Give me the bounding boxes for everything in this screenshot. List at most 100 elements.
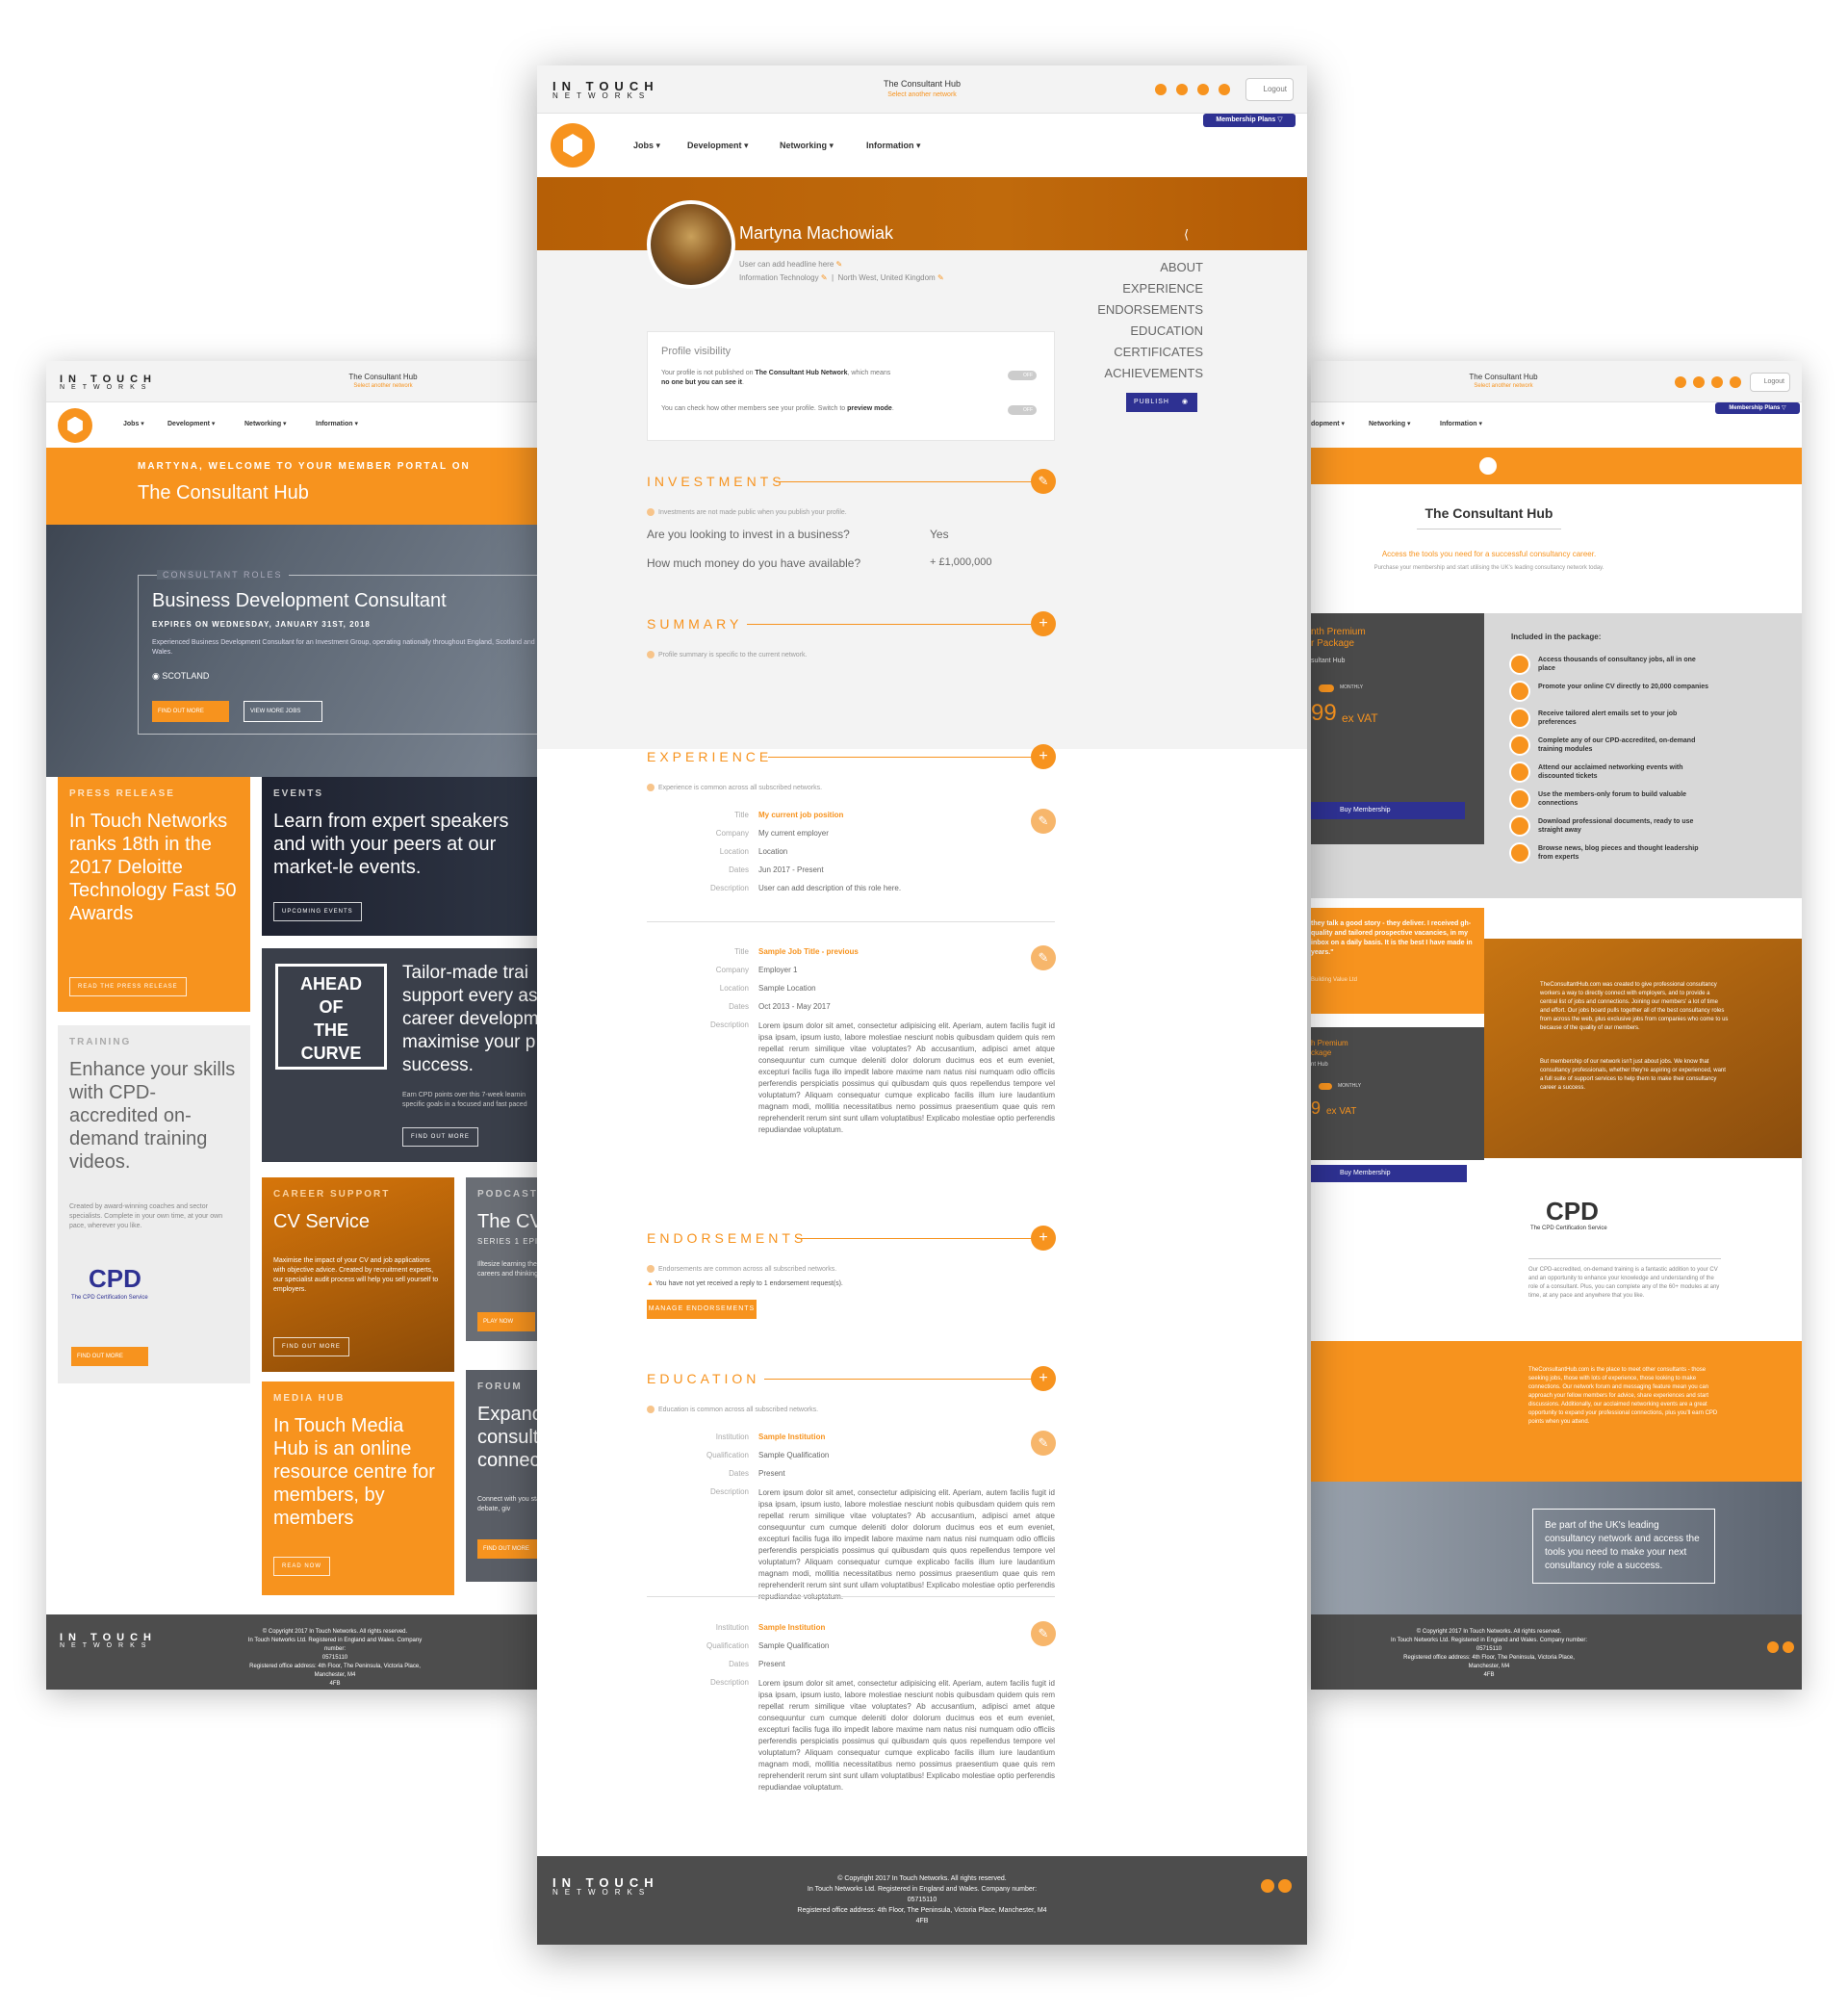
- edit-headline-icon[interactable]: ✎: [836, 260, 843, 269]
- nav-development-right[interactable]: dopment ▾: [1311, 420, 1345, 427]
- flag-icon-center[interactable]: [1155, 84, 1167, 95]
- add-education-button[interactable]: +: [1031, 1366, 1056, 1391]
- cpd-logo-sub: The CPD Certification Service: [71, 1295, 148, 1301]
- footer-center-line-4: Registered office address: 4th Floor, Th…: [797, 1907, 1047, 1914]
- help-icon-center[interactable]: [1176, 84, 1188, 95]
- press-button[interactable]: READ THE PRESS RELEASE: [69, 977, 187, 996]
- events-tile[interactable]: EVENTS Learn from expert speakers and wi…: [262, 777, 537, 936]
- press-release-tile[interactable]: PRESS RELEASE In Touch Networks ranks 18…: [58, 777, 250, 1012]
- edit-job1-button[interactable]: ✎: [1031, 809, 1056, 834]
- feature-item: Attend our acclaimed networking events w…: [1538, 764, 1683, 780]
- membership-plans-button[interactable]: Membership Plans ▽: [1715, 402, 1800, 414]
- edit-job2-button[interactable]: ✎: [1031, 945, 1056, 970]
- linkedin-icon-center[interactable]: [1261, 1879, 1274, 1893]
- forum-category: FORUM: [477, 1381, 523, 1392]
- podcast-tile[interactable]: PODCASTS The CV SERIES 1 EPI Illtesize l…: [466, 1177, 537, 1341]
- hub-logo-icon[interactable]: [58, 408, 92, 443]
- nav-development[interactable]: Development ▾: [167, 420, 215, 427]
- forum-tile[interactable]: FORUM Expanc consult connec Connect with…: [466, 1370, 537, 1582]
- buy-membership-button[interactable]: Buy Membership: [1311, 802, 1465, 819]
- edit-edu1-button[interactable]: ✎: [1031, 1431, 1056, 1456]
- podcast-para: Illtesize learning their careers and thi…: [477, 1261, 537, 1278]
- ahead-curve-tile[interactable]: AHEAD OF THE CURVE Tailor-made trai supp…: [262, 948, 537, 1162]
- training-category: TRAINING: [69, 1037, 132, 1047]
- share-icon[interactable]: ⟨: [1184, 227, 1189, 243]
- preview-toggle[interactable]: OFF: [1008, 405, 1037, 415]
- summary-rule: [747, 624, 1036, 625]
- edit-industry-icon[interactable]: ✎: [821, 273, 828, 282]
- press-head: In Touch Networks ranks 18th in the 2017…: [69, 811, 237, 924]
- logout-button-center[interactable]: Logout: [1245, 78, 1294, 101]
- nav-networking-center[interactable]: Networking ▾: [780, 141, 834, 151]
- preview-mode-link[interactable]: preview mode: [847, 405, 892, 412]
- edu1-institution: Sample Institution: [758, 1433, 826, 1441]
- twitter-icon[interactable]: [1783, 1641, 1794, 1653]
- edit-edu2-button[interactable]: ✎: [1031, 1621, 1056, 1646]
- logout-button[interactable]: Logout: [1750, 373, 1790, 392]
- read-now-button[interactable]: READ NOW: [273, 1557, 330, 1576]
- select-network-link[interactable]: Select another network: [306, 383, 460, 389]
- membership-plans-button-center[interactable]: Membership Plans ▽: [1203, 114, 1296, 127]
- add-endorsement-button[interactable]: +: [1031, 1226, 1056, 1251]
- anchor-about[interactable]: ABOUT: [1160, 260, 1203, 274]
- media-category: MEDIA HUB: [273, 1393, 346, 1404]
- anchor-endorsements[interactable]: ENDORSEMENTS: [1097, 302, 1203, 317]
- role-title[interactable]: Business Development Consultant: [152, 590, 447, 612]
- nav-development-center[interactable]: Development ▾: [687, 141, 749, 151]
- add-experience-button[interactable]: +: [1031, 744, 1056, 769]
- play-now-button[interactable]: PLAY NOW: [477, 1312, 535, 1331]
- messages-icon-center[interactable]: [1197, 84, 1209, 95]
- select-network-link-right[interactable]: Select another network: [1426, 383, 1580, 389]
- training-button[interactable]: FIND OUT MORE: [71, 1347, 148, 1366]
- add-summary-button[interactable]: +: [1031, 611, 1056, 636]
- nav-information-center[interactable]: Information ▾: [866, 141, 921, 151]
- upcoming-events-button[interactable]: UPCOMING EVENTS: [273, 902, 362, 921]
- edu1-description-label: Description: [709, 1487, 749, 1496]
- feature-icon: [1509, 815, 1530, 837]
- nav-networking-right[interactable]: Networking ▾: [1369, 420, 1411, 427]
- manage-endorsements-button[interactable]: MANAGE ENDORSEMENTS: [647, 1300, 757, 1319]
- profile-anchor-nav: ABOUT EXPERIENCE ENDORSEMENTS EDUCATION …: [1076, 260, 1203, 395]
- nav-information-right[interactable]: Information ▾: [1440, 420, 1482, 427]
- edit-location-icon[interactable]: ✎: [937, 273, 944, 282]
- nav-networking[interactable]: Networking ▾: [244, 420, 287, 427]
- help-icon[interactable]: [1693, 376, 1705, 388]
- billing-toggle[interactable]: [1319, 684, 1334, 692]
- footer-logo-sub: NETWORKS: [60, 1642, 153, 1649]
- linkedin-icon[interactable]: [1767, 1641, 1779, 1653]
- forum-button[interactable]: FIND OUT MORE: [477, 1539, 537, 1559]
- hub-logo-icon-center[interactable]: [551, 123, 595, 168]
- edu2-qualification: Sample Qualification: [758, 1641, 830, 1650]
- settings-icon[interactable]: [1730, 376, 1741, 388]
- nav-jobs-center[interactable]: Jobs ▾: [633, 141, 660, 151]
- select-network-link-center[interactable]: Select another network: [845, 91, 999, 98]
- flag-icon[interactable]: [1675, 376, 1686, 388]
- nav-jobs[interactable]: Jobs ▾: [123, 420, 144, 427]
- messages-icon[interactable]: [1711, 376, 1723, 388]
- profile-avatar[interactable]: [647, 200, 735, 289]
- cv-button[interactable]: FIND OUT MORE: [273, 1337, 349, 1356]
- footer-copyright: © Copyright 2017 In Touch Networks. All …: [239, 1628, 431, 1689]
- view-more-jobs-button[interactable]: VIEW MORE JOBS: [244, 701, 322, 722]
- media-hub-tile[interactable]: MEDIA HUB In Touch Media Hub is an onlin…: [262, 1381, 454, 1595]
- twitter-icon-center[interactable]: [1278, 1879, 1292, 1893]
- ahead-button[interactable]: FIND OUT MORE: [402, 1127, 478, 1147]
- find-out-more-button[interactable]: FIND OUT MORE: [152, 701, 229, 722]
- feature-item: Download professional documents, ready t…: [1538, 818, 1694, 834]
- publish-toggle[interactable]: OFF: [1008, 371, 1037, 380]
- anchor-education[interactable]: EDUCATION: [1130, 323, 1203, 338]
- anchor-certificates[interactable]: CERTIFICATES: [1114, 345, 1203, 359]
- edit-investments-button[interactable]: ✎: [1031, 469, 1056, 494]
- anchor-achievements[interactable]: ACHIEVEMENTS: [1104, 366, 1203, 380]
- settings-icon-center[interactable]: [1219, 84, 1230, 95]
- billing-toggle-2[interactable]: [1319, 1083, 1332, 1090]
- preview-eye-icon[interactable]: ◉: [1182, 399, 1189, 405]
- buy-membership-button-2[interactable]: Buy Membership: [1311, 1165, 1467, 1182]
- anchor-experience[interactable]: EXPERIENCE: [1122, 281, 1203, 296]
- cv-service-tile[interactable]: CAREER SUPPORT CV Service Maximise the i…: [262, 1177, 454, 1372]
- publish-button[interactable]: PUBLISH ◉: [1126, 393, 1197, 412]
- footer-line-1: © Copyright 2017 In Touch Networks. All …: [262, 1629, 408, 1635]
- visibility-no-one: no one but you can see it: [661, 379, 743, 386]
- nav-information[interactable]: Information ▾: [316, 420, 358, 427]
- training-tile[interactable]: TRAINING Enhance your skills with CPD-ac…: [58, 1025, 250, 1383]
